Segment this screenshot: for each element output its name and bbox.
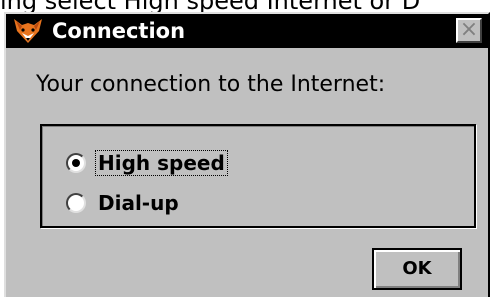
- window-title: Connection: [52, 19, 186, 43]
- option-dial-up[interactable]: Dial-up: [66, 188, 181, 218]
- close-icon: ×: [459, 17, 479, 42]
- radio-button-selected[interactable]: [66, 153, 86, 173]
- radio-button-unselected[interactable]: [66, 193, 86, 213]
- connection-dialog: Connection × Your connection to the Inte…: [4, 12, 490, 297]
- option-high-speed-label[interactable]: High speed: [95, 150, 228, 176]
- screenshot: ing select High speed Internet or D Conn…: [0, 0, 494, 297]
- option-high-speed[interactable]: High speed: [66, 148, 228, 178]
- radio-dot: [72, 159, 80, 167]
- connection-prompt: Your connection to the Internet:: [36, 72, 386, 97]
- close-button[interactable]: ×: [456, 18, 482, 43]
- title-bar[interactable]: Connection ×: [6, 14, 488, 48]
- option-dial-up-label[interactable]: Dial-up: [96, 191, 181, 215]
- fox-app-icon: [14, 19, 42, 43]
- ok-button[interactable]: OK: [372, 248, 462, 290]
- connection-options-group: High speed Dial-up: [40, 124, 476, 228]
